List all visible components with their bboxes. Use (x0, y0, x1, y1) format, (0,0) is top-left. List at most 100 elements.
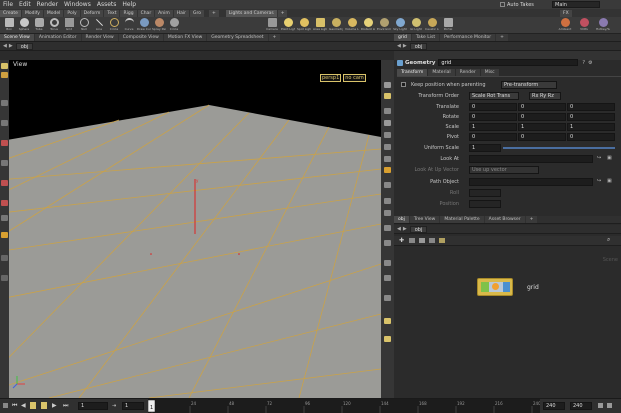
jump-start-button[interactable]: ⏮ (12, 402, 17, 410)
gi-light-tool[interactable]: GI Light (409, 17, 423, 34)
portal-light-tool[interactable]: Portal (441, 17, 455, 34)
node-chooser-icon[interactable]: ▣ (607, 155, 612, 161)
tab-render[interactable]: Render (455, 69, 480, 76)
camera-icon[interactable] (384, 295, 391, 301)
ghost-icon[interactable] (384, 156, 391, 162)
render-region-icon[interactable] (1, 255, 8, 261)
look-at-field[interactable] (469, 155, 593, 163)
shelf-tab-poly[interactable]: Poly (64, 9, 80, 17)
grid-view-icon[interactable] (419, 238, 425, 243)
back-arrow-icon[interactable]: ◀ (3, 43, 7, 49)
tab-performance-monitor[interactable]: Performance Monitor (440, 34, 496, 41)
flipbook-icon[interactable] (384, 275, 391, 281)
audio-icon[interactable] (3, 403, 8, 408)
geometry-light-tool[interactable]: Geometry L (329, 17, 343, 34)
param-network-path[interactable]: obj (409, 42, 428, 50)
shelf-tab-fx[interactable]: FX (560, 9, 572, 17)
distant-light-tool[interactable]: Distant Light (361, 17, 375, 34)
tab-transform[interactable]: Transform (397, 69, 428, 76)
scale-x-field[interactable]: 1 (469, 123, 517, 131)
roll-field[interactable] (469, 189, 501, 197)
scene-viewport[interactable]: y (9, 69, 381, 398)
rotate-y-field[interactable]: 0 (518, 113, 566, 121)
back-arrow-icon[interactable]: ◀ (397, 43, 401, 49)
sphere-tool[interactable]: Sphere (17, 17, 31, 34)
back-arrow-icon[interactable]: ◀ (397, 226, 401, 232)
tab-material-palette[interactable]: Material Palette (440, 216, 484, 223)
shelf-tab-text[interactable]: Text (104, 9, 120, 17)
node-chooser-arrow-icon[interactable]: ↪ (597, 178, 601, 184)
pivot-y-field[interactable]: 0 (518, 133, 566, 141)
menu-help[interactable]: Help (119, 1, 139, 8)
step-back-button[interactable]: ◀ (21, 402, 26, 409)
shelf-tab-create[interactable]: Create (0, 9, 21, 17)
brush-tool-icon[interactable] (1, 275, 8, 281)
select-tool-icon[interactable] (1, 63, 8, 69)
draw-curve-tool[interactable]: Draw Curve (137, 17, 151, 34)
menu-render[interactable]: Render (34, 1, 61, 8)
rotate-z-field[interactable]: 0 (567, 113, 615, 121)
help-icon[interactable]: ? (582, 60, 585, 66)
ambient-tool[interactable]: Ambient (558, 17, 572, 34)
frame-step-icon[interactable]: ⇥ (112, 403, 116, 409)
null-tool[interactable]: Null (77, 17, 91, 34)
add-pane-tab-button[interactable]: + (496, 34, 508, 41)
sky-light-tool[interactable]: Sky Light (393, 17, 407, 34)
light-icon[interactable] (384, 93, 391, 99)
display-options-icon[interactable] (384, 132, 391, 138)
frame-step-field[interactable]: 1 (122, 402, 144, 410)
timeline-ruler[interactable]: 124487296120144168192216240 1 (148, 399, 540, 413)
pivot-x-field[interactable]: 0 (469, 133, 517, 141)
background-icon[interactable] (384, 144, 391, 150)
shelf-add-tab-button-2[interactable]: + (277, 9, 288, 17)
scale-tool-icon[interactable] (1, 120, 8, 126)
viewport-canvas[interactable]: y (9, 69, 381, 398)
path-object-field[interactable] (469, 178, 593, 186)
cam-button[interactable]: no cam (343, 74, 366, 82)
wireframe-icon[interactable] (384, 120, 391, 126)
translate-x-field[interactable]: 0 (469, 103, 517, 111)
area-light-tool[interactable]: Area Light (313, 17, 327, 34)
current-frame-field[interactable]: 1 (78, 402, 108, 410)
shelf-tab-groom[interactable]: Gro (190, 9, 204, 17)
view-tool-icon[interactable] (1, 180, 8, 186)
active-tool-icon[interactable] (1, 232, 8, 238)
end-frame-field[interactable]: 240 (543, 402, 565, 410)
node-display-flag[interactable] (481, 282, 489, 292)
camera-tool[interactable]: Camera (265, 17, 279, 34)
node-name-field[interactable]: grid (438, 59, 579, 66)
shelf-tab-deform[interactable]: Deform (80, 9, 104, 17)
tab-tree-view[interactable]: Tree View (409, 216, 440, 223)
grid-node[interactable] (477, 278, 513, 296)
persp-button[interactable]: persp1 (320, 74, 342, 82)
forward-arrow-icon[interactable]: ▶ (403, 43, 407, 49)
menu-assets[interactable]: Assets (94, 1, 120, 8)
normal-display-icon[interactable] (384, 225, 391, 231)
uniform-scale-slider[interactable] (503, 147, 615, 149)
tab-animation-editor[interactable]: Animation Editor (34, 34, 81, 41)
scale-y-field[interactable]: 1 (518, 123, 566, 131)
add-pane-tab-button[interactable]: + (268, 34, 281, 41)
tube-tool[interactable]: Tube (32, 17, 46, 34)
node-render-flag[interactable] (503, 282, 510, 292)
rotate-tool-icon[interactable] (1, 100, 8, 106)
add-node-icon[interactable]: ✚ (399, 237, 404, 244)
autotakes-checkbox[interactable] (500, 2, 505, 7)
translate-y-field[interactable]: 0 (518, 103, 566, 111)
tab-geometry-spreadsheet[interactable]: Geometry Spreadsheet (207, 34, 268, 41)
look-at-up-menu[interactable]: Use up vector (469, 166, 539, 174)
pose-tool-icon[interactable] (1, 140, 8, 146)
desktop-select[interactable]: Main (552, 1, 600, 8)
step-forward-button[interactable]: ▶ (52, 402, 57, 409)
node-chooser-arrow-icon[interactable]: ↪ (597, 155, 601, 161)
point-display-icon[interactable] (384, 210, 391, 216)
shelf-tab-hair[interactable]: Hair (173, 9, 189, 17)
layout-icon[interactable] (429, 238, 435, 243)
translate-z-field[interactable]: 0 (567, 103, 615, 111)
rotate-order-menu[interactable]: Rx Ry Rz (529, 92, 561, 100)
grid-tool[interactable]: Grid (62, 17, 76, 34)
tab-misc[interactable]: Misc (480, 69, 499, 76)
volume-light-tool[interactable]: Volume Light (345, 17, 359, 34)
jump-end-button[interactable]: ⏭ (63, 402, 68, 410)
caustic-light-tool[interactable]: Caustic Light (425, 17, 439, 34)
